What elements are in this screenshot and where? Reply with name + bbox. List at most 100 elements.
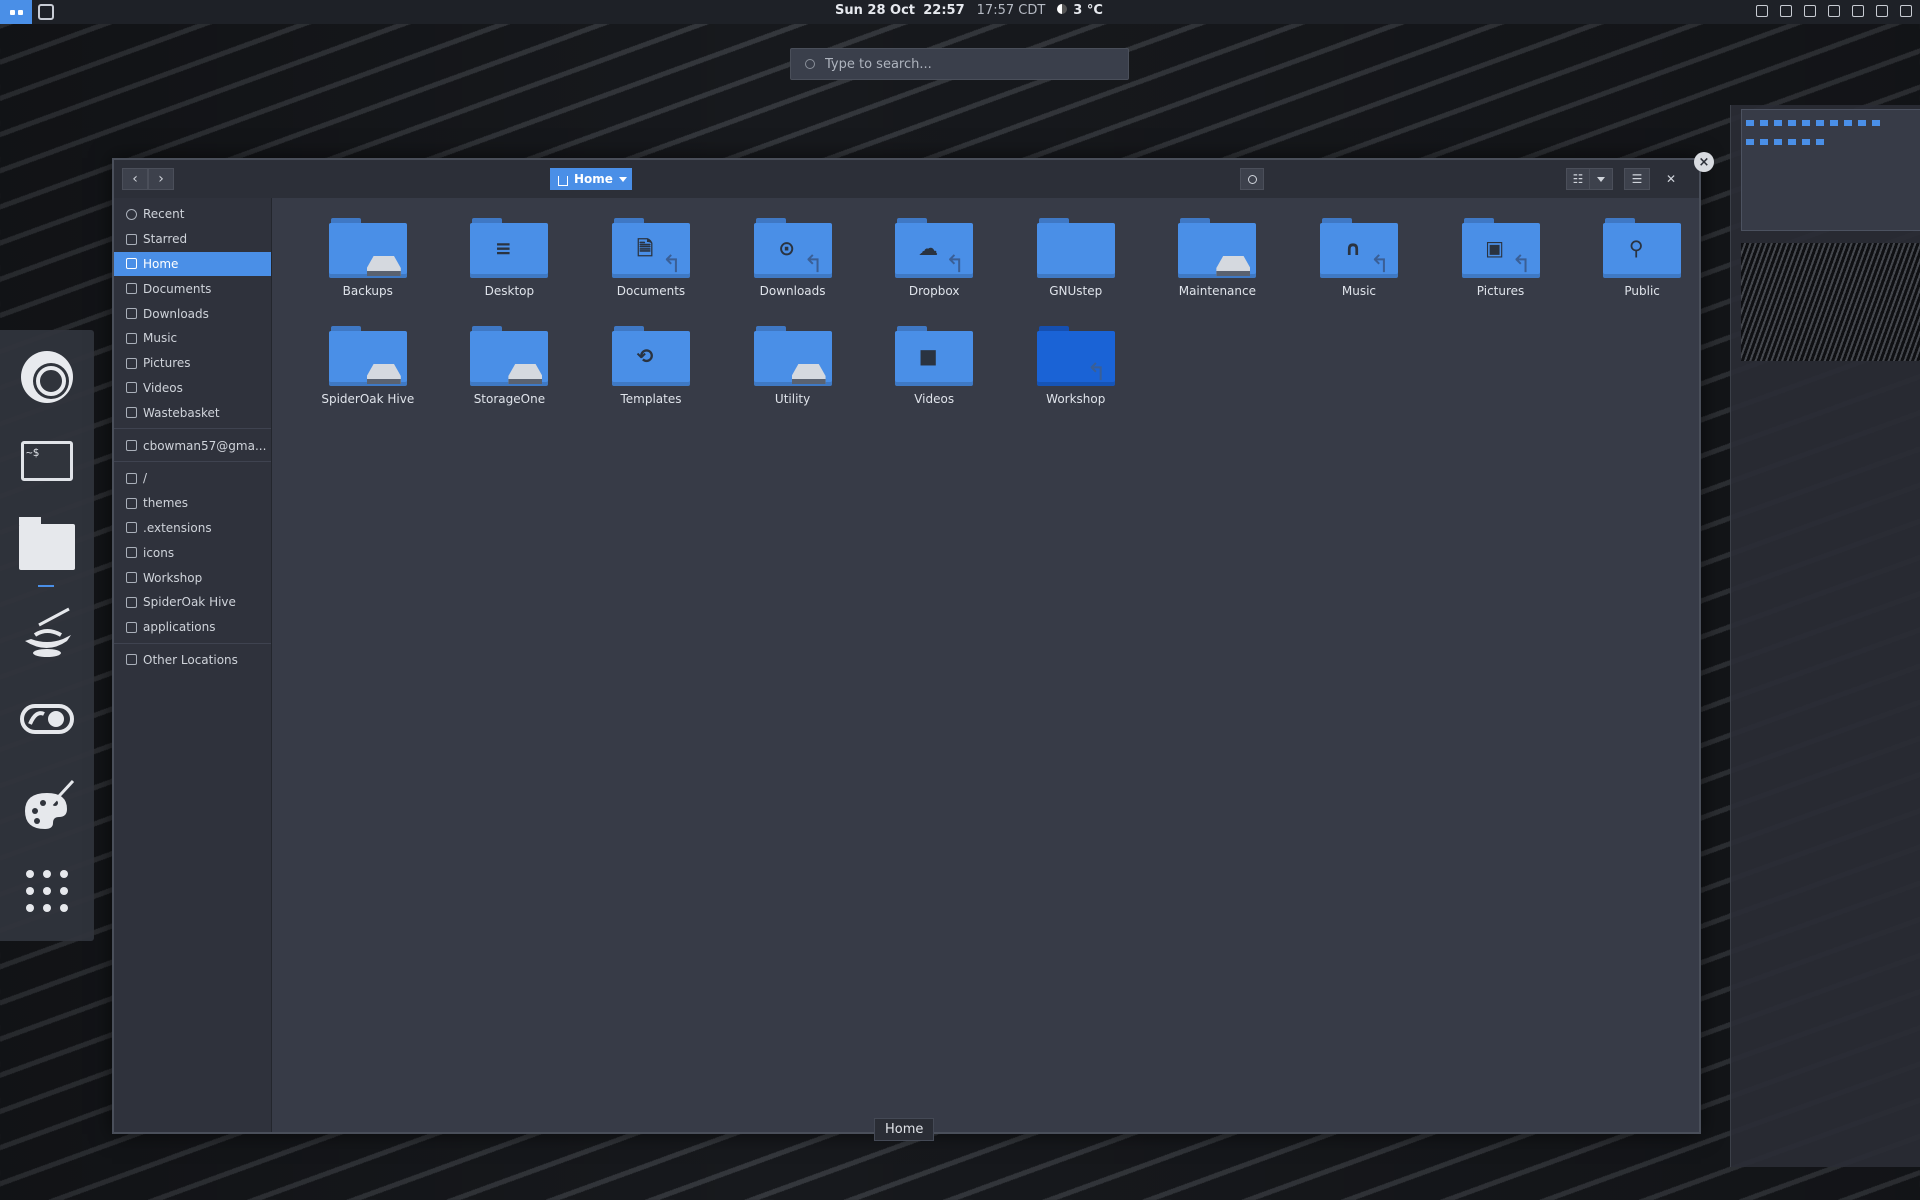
toggle-app-icon[interactable] [16,688,78,750]
paint-palette-icon[interactable] [16,774,78,836]
sidebar-item-workshop[interactable]: Workshop [114,565,271,590]
search-input[interactable] [825,56,1105,72]
forward-button[interactable]: › [148,168,174,190]
symlink-arrow-icon: ↰ [1086,358,1107,386]
folder-item[interactable]: ≡ Desktop [439,218,581,326]
folder-icon [126,547,137,559]
back-button[interactable]: ‹ [122,168,148,190]
workspace-switcher [1730,105,1920,1167]
folder-item[interactable]: ∩ ↰ Music [1288,218,1430,326]
app-indicator-icon[interactable] [38,4,54,20]
top-bar: Sun 28 Oct 22:57 17:57 CDT 3 °C [0,0,1920,24]
genie-lamp-icon[interactable] [16,602,78,664]
drive-emblem-icon [366,256,401,276]
sidebar-item-wastebasket[interactable]: Wastebasket [114,400,271,425]
display-icon[interactable] [1802,3,1816,17]
folder-item[interactable]: ⊙ ↰ Downloads [722,218,864,326]
folder-icon: ⊙ ↰ [753,218,832,278]
overview-close-button[interactable]: × [1694,152,1714,172]
overview-search[interactable] [790,48,1129,80]
chrome-icon[interactable] [16,346,78,408]
activities-button[interactable] [0,0,32,24]
folder-item[interactable]: ☁ ↰ Dropbox [863,218,1005,326]
download-icon [126,308,137,320]
music-icon [126,332,137,344]
video-icon [126,382,137,394]
folder-item[interactable]: StorageOne [439,326,581,434]
sidebar-item-label: .extensions [143,520,212,535]
folder-label: Pictures [1476,284,1525,298]
clock[interactable]: Sun 28 Oct 22:57 17:57 CDT 3 °C [835,3,1103,18]
folder-label: Public [1624,284,1660,298]
trash-icon [126,407,137,419]
folder-item[interactable]: ⟲ Templates [580,326,722,434]
folder-item[interactable]: Maintenance [1147,218,1289,326]
sidebar-item-documents[interactable]: Documents [114,276,271,301]
sidebar-item-label: SpiderOak Hive [143,595,236,610]
folder-item[interactable]: SpiderOak Hive [297,326,439,434]
folder-item[interactable]: ■ Videos [863,326,1005,434]
sidebar-item-[interactable]: / [114,466,271,491]
folder-item[interactable]: 🗎 ↰ Documents [580,218,722,326]
folder-label: Downloads [759,284,826,298]
folder-item[interactable]: Utility [722,326,864,434]
files-icon[interactable] [16,516,78,578]
folder-label: Desktop [484,284,535,298]
home-icon [558,175,568,186]
app-grid-icon[interactable] [16,860,78,922]
sidebar-item-recent[interactable]: Recent [114,202,271,227]
notification-icon[interactable] [1850,3,1864,17]
folder-item[interactable]: GNUstep [1005,218,1147,326]
video-emblem-icon: ■ [918,344,938,368]
folder-icon: ↰ [1036,326,1115,386]
sidebar-item-label: Videos [143,380,183,395]
folder-icon: 🗎 ↰ [611,218,690,278]
volume-icon[interactable] [1874,3,1888,17]
file-manager-window: ‹ › Home ☷ ☰ ✕ × Recent Starred Home Docume… [112,152,1714,1134]
power-icon[interactable] [1898,3,1912,17]
sidebar-item-extensions[interactable]: .extensions [114,516,271,541]
menu-button[interactable]: ☰ [1624,168,1650,190]
sidebar-item-pictures[interactable]: Pictures [114,351,271,376]
dock: ~$ [0,330,94,941]
wifi-icon[interactable] [1826,3,1840,17]
folder-label: Templates [620,392,682,406]
plus-icon [126,654,137,666]
view-options-button[interactable] [1589,168,1613,190]
folder-label: Videos [914,392,955,406]
folder-item[interactable]: ↰ Workshop [1005,326,1147,434]
sidebar-item-spideroak-hive[interactable]: SpiderOak Hive [114,590,271,615]
folder-item[interactable]: ▣ ↰ Pictures [1430,218,1572,326]
folder-item[interactable]: Backups [297,218,439,326]
folder-icon [126,497,137,509]
mail-icon[interactable] [1754,3,1768,17]
folder-icon [753,326,832,386]
sidebar-item-applications[interactable]: applications [114,615,271,640]
sidebar-item-label: Home [143,256,179,271]
sidebar-item-music[interactable]: Music [114,326,271,351]
sidebar-item-videos[interactable]: Videos [114,376,271,401]
folder-icon: ∩ ↰ [1319,218,1398,278]
chevron-down-icon [1597,176,1605,182]
sidebar-item-home[interactable]: Home [114,251,271,277]
list-view-icon: ☷ [1572,172,1584,186]
sidebar-item-icons[interactable]: icons [114,540,271,565]
search-button[interactable] [1240,168,1264,190]
sidebar-item-starred[interactable]: Starred [114,227,271,252]
sidebar-item-cbowman57-gma[interactable]: cbowman57@gma... [114,433,271,458]
document-emblem-icon: 🗎 [636,236,654,260]
sidebar-item-themes[interactable]: themes [114,491,271,516]
sidebar-item-other-locations[interactable]: Other Locations [114,648,271,673]
folder-label: Maintenance [1178,284,1256,298]
workspace-thumbnail-2[interactable] [1741,243,1920,361]
workspace-thumbnail-1[interactable] [1741,109,1920,231]
folder-item[interactable]: ⚲ Public [1571,218,1713,326]
close-button[interactable]: ✕ [1660,168,1682,190]
coffee-icon[interactable] [1778,3,1792,17]
terminal-icon[interactable]: ~$ [16,430,78,492]
sidebar-item-downloads[interactable]: Downloads [114,301,271,326]
path-bar-home[interactable]: Home [550,168,632,190]
sidebar-item-label: Starred [143,232,188,247]
view-list-button[interactable]: ☷ [1566,168,1590,190]
folder-icon [328,218,407,278]
